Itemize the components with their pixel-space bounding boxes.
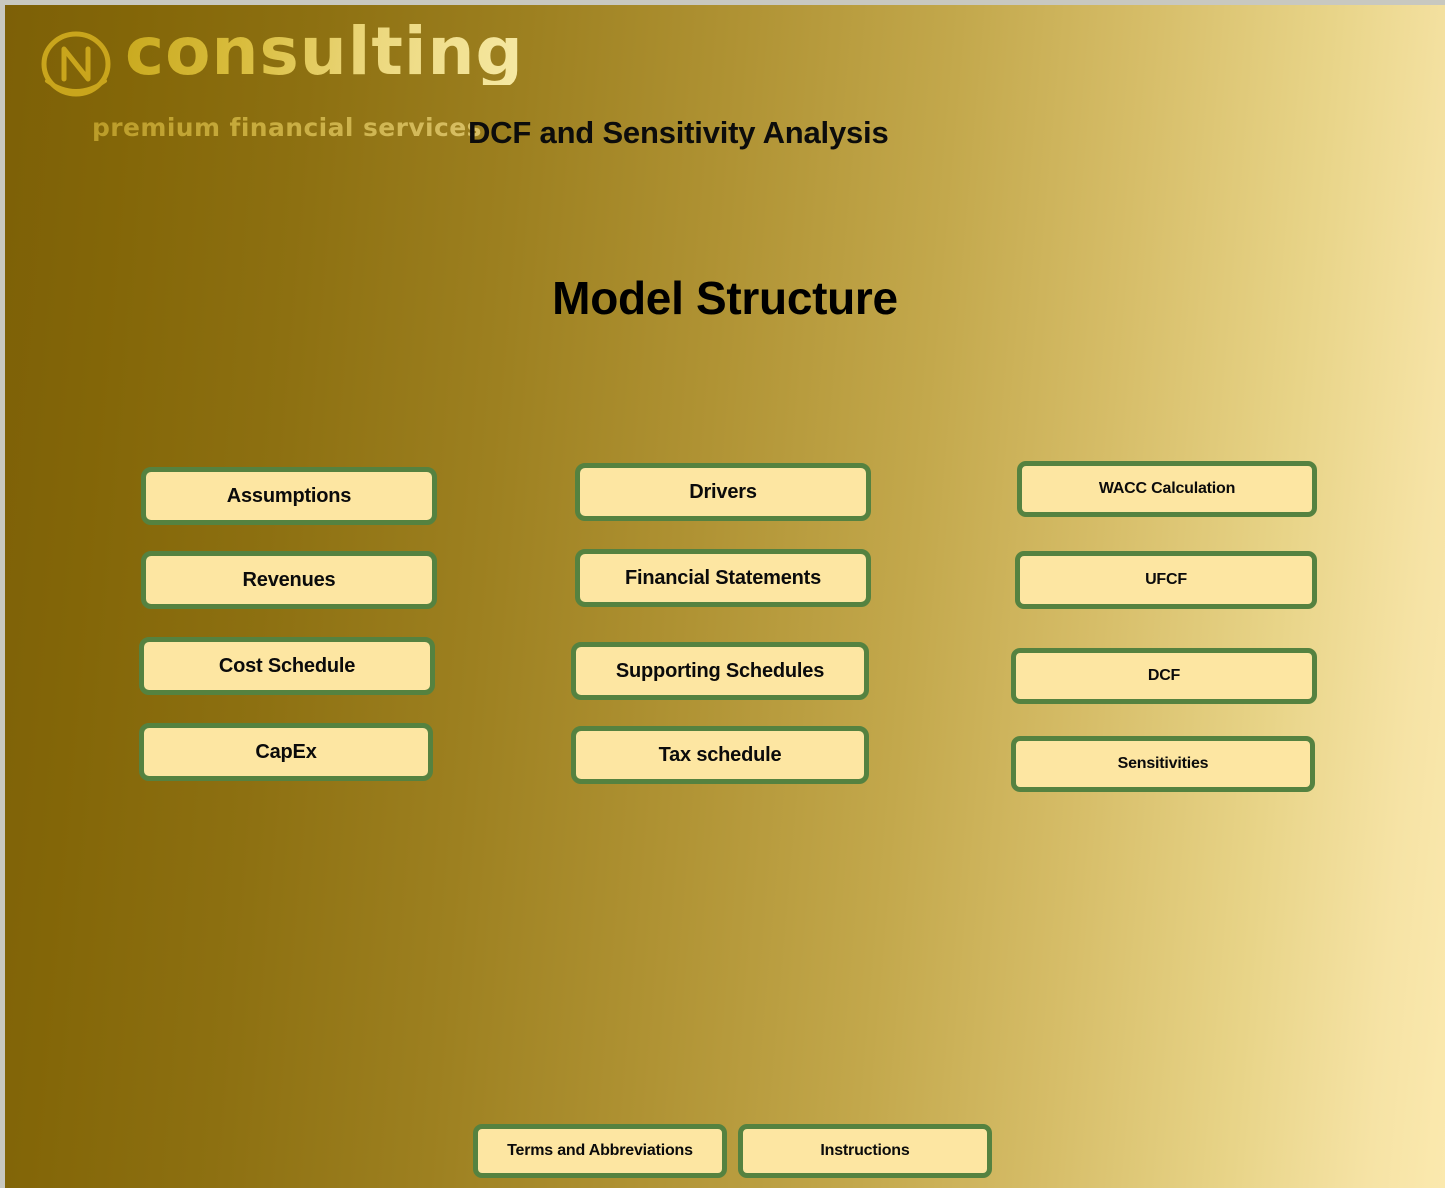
circled-n-logo-icon [35,27,117,105]
nav-button-ufcf[interactable]: UFCF [1015,551,1317,609]
nav-button-dcf[interactable]: DCF [1011,648,1317,704]
nav-button-capex[interactable]: CapEx [139,723,433,781]
nav-button-drivers[interactable]: Drivers [575,463,871,521]
nav-button-wacc-calculation[interactable]: WACC Calculation [1017,461,1317,517]
nav-button-revenues[interactable]: Revenues [141,551,437,609]
slide-canvas: consulting premium financial services DC… [5,5,1445,1188]
nav-button-tax-schedule[interactable]: Tax schedule [571,726,869,784]
brand-wordmark: consulting [125,13,524,90]
nav-button-assumptions[interactable]: Assumptions [141,467,437,525]
nav-button-cost-schedule[interactable]: Cost Schedule [139,637,435,695]
nav-button-instructions[interactable]: Instructions [738,1124,992,1178]
nav-button-sensitivities[interactable]: Sensitivities [1011,736,1315,792]
nav-button-terms-and-abbreviations[interactable]: Terms and Abbreviations [473,1124,727,1178]
nav-button-financial-statements[interactable]: Financial Statements [575,549,871,607]
brand-tagline: premium financial services [92,113,482,142]
nav-button-supporting-schedules[interactable]: Supporting Schedules [571,642,869,700]
deck-title: DCF and Sensitivity Analysis [468,115,889,150]
page-title: Model Structure [552,272,898,324]
brand-logo: consulting premium financial services [27,15,523,142]
